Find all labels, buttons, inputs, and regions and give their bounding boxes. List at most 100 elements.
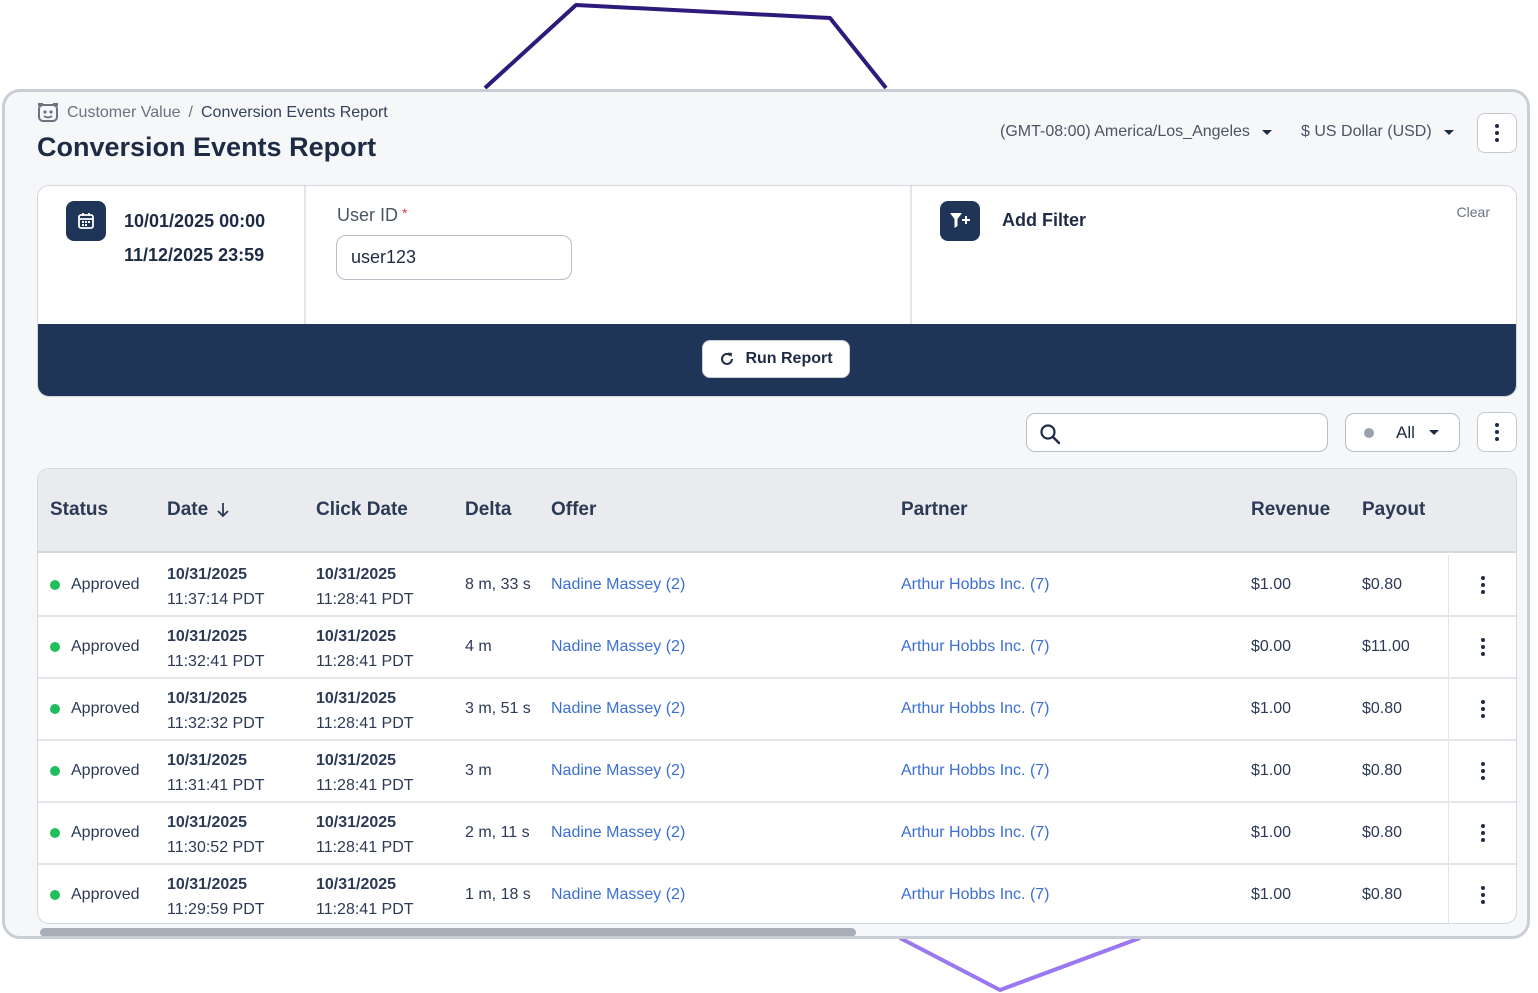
date-cell: 10/31/2025 11:37:14 PDT xyxy=(167,562,265,612)
more-vertical-icon xyxy=(1480,700,1485,718)
run-report-button[interactable]: Run Report xyxy=(702,340,850,378)
table-row[interactable]: Approved 10/31/2025 11:37:14 PDT 10/31/2025… xyxy=(38,555,1516,617)
more-vertical-icon xyxy=(1480,762,1485,780)
partner-link[interactable]: Arthur Hobbs Inc. (7) xyxy=(901,824,1050,842)
column-header-status[interactable]: Status xyxy=(50,499,108,521)
more-vertical-icon xyxy=(1480,824,1485,842)
column-header-date[interactable]: Date xyxy=(167,499,230,521)
row-actions-button[interactable] xyxy=(1448,865,1516,923)
click-date-cell: 10/31/2025 11:28:41 PDT xyxy=(316,872,414,922)
click-date-cell: 10/31/2025 11:28:41 PDT xyxy=(316,624,414,674)
status-cell: Approved xyxy=(50,762,140,780)
table-row[interactable]: Approved 10/31/2025 11:29:59 PDT 10/31/2025… xyxy=(38,865,1516,923)
revenue-cell: $0.00 xyxy=(1251,638,1292,655)
delta-cell: 3 m, 51 s xyxy=(465,700,531,717)
partner-link[interactable]: Arthur Hobbs Inc. (7) xyxy=(901,576,1050,594)
column-header-payout[interactable]: Payout xyxy=(1362,499,1425,521)
offer-link[interactable]: Nadine Massey (2) xyxy=(551,700,685,718)
conversion-events-table: Status Date Click Date Delta Offer Partn… xyxy=(37,468,1517,924)
table-row[interactable]: Approved 10/31/2025 11:30:52 PDT 10/31/2025… xyxy=(38,803,1516,865)
date-value: 10/31/2025 xyxy=(167,814,248,831)
offer-link[interactable]: Nadine Massey (2) xyxy=(551,638,685,656)
click-date-value: 10/31/2025 xyxy=(316,876,397,893)
breadcrumb-parent[interactable]: Customer Value xyxy=(67,104,181,122)
header-more-button[interactable] xyxy=(1477,113,1517,153)
table-header: Status Date Click Date Delta Offer Partn… xyxy=(38,469,1516,553)
breadcrumb-current: Conversion Events Report xyxy=(200,104,388,121)
revenue-cell: $1.00 xyxy=(1251,576,1292,593)
date-cell: 10/31/2025 11:29:59 PDT xyxy=(167,872,265,922)
currency-value: $ US Dollar (USD) xyxy=(1301,123,1432,140)
status-label: Approved xyxy=(71,762,140,779)
delta-cell: 3 m xyxy=(465,762,492,779)
date-value: 10/31/2025 xyxy=(167,876,248,893)
horizontal-scrollbar[interactable] xyxy=(40,928,856,936)
click-time-value: 11:28:41 PDT xyxy=(316,591,414,608)
row-actions-button[interactable] xyxy=(1448,803,1516,863)
partner-link[interactable]: Arthur Hobbs Inc. (7) xyxy=(901,638,1050,656)
date-value: 10/31/2025 xyxy=(167,690,248,707)
more-vertical-icon xyxy=(1495,423,1499,441)
table-row[interactable]: Approved 10/31/2025 11:32:32 PDT 10/31/2025… xyxy=(38,679,1516,741)
table-more-button[interactable] xyxy=(1477,412,1517,452)
offer-link[interactable]: Nadine Massey (2) xyxy=(551,824,685,842)
user-id-label: User ID * xyxy=(337,205,408,225)
time-value: 11:31:41 PDT xyxy=(167,777,265,794)
row-actions-button[interactable] xyxy=(1448,679,1516,739)
click-date-cell: 10/31/2025 11:28:41 PDT xyxy=(316,748,414,798)
date-end: 11/12/2025 23:59 xyxy=(124,245,265,265)
status-label: Approved xyxy=(71,700,140,717)
more-vertical-icon xyxy=(1480,638,1485,656)
click-date-cell: 10/31/2025 11:28:41 PDT xyxy=(316,686,414,736)
partner-link[interactable]: Arthur Hobbs Inc. (7) xyxy=(901,886,1050,904)
add-filter-section: Add Filter Clear xyxy=(914,186,1516,324)
date-range-picker[interactable]: 10/01/2025 00:00 11/12/2025 23:59 xyxy=(38,186,306,324)
date-cell: 10/31/2025 11:31:41 PDT xyxy=(167,748,265,798)
column-header-offer[interactable]: Offer xyxy=(551,499,596,521)
currency-select[interactable]: $ US Dollar (USD) xyxy=(1301,123,1454,141)
status-cell: Approved xyxy=(50,638,140,656)
status-approved-dot-icon xyxy=(50,828,60,838)
row-actions-button[interactable] xyxy=(1448,555,1516,615)
offer-link[interactable]: Nadine Massey (2) xyxy=(551,762,685,780)
payout-cell: $0.80 xyxy=(1362,700,1403,717)
time-value: 11:29:59 PDT xyxy=(167,901,265,918)
offer-link[interactable]: Nadine Massey (2) xyxy=(551,886,685,904)
payout-cell: $0.80 xyxy=(1362,824,1403,841)
user-id-input[interactable] xyxy=(336,235,572,280)
partner-link[interactable]: Arthur Hobbs Inc. (7) xyxy=(901,700,1050,718)
column-header-delta[interactable]: Delta xyxy=(465,499,511,521)
table-row[interactable]: Approved 10/31/2025 11:32:41 PDT 10/31/2025… xyxy=(38,617,1516,679)
status-cell: Approved xyxy=(50,576,140,594)
time-value: 11:32:41 PDT xyxy=(167,653,265,670)
status-cell: Approved xyxy=(50,700,140,718)
row-actions-button[interactable] xyxy=(1448,617,1516,677)
refresh-icon xyxy=(721,352,734,365)
column-header-partner[interactable]: Partner xyxy=(901,499,968,521)
click-time-value: 11:28:41 PDT xyxy=(316,653,414,670)
search-icon xyxy=(1040,424,1061,445)
column-header-click-date[interactable]: Click Date xyxy=(316,499,408,521)
more-vertical-icon xyxy=(1495,124,1499,142)
calendar-icon xyxy=(66,201,106,241)
clear-filters-link[interactable]: Clear xyxy=(1457,204,1490,220)
timezone-select[interactable]: (GMT-08:00) America/Los_Angeles xyxy=(1000,123,1272,141)
status-approved-dot-icon xyxy=(50,580,60,590)
filter-add-icon[interactable] xyxy=(940,201,980,241)
search-input[interactable] xyxy=(1071,420,1321,446)
app-logo-icon xyxy=(37,102,59,124)
delta-cell: 2 m, 11 s xyxy=(465,824,530,841)
click-date-cell: 10/31/2025 11:28:41 PDT xyxy=(316,562,414,612)
add-filter-button[interactable]: Add Filter xyxy=(1002,210,1086,231)
table-row[interactable]: Approved 10/31/2025 11:31:41 PDT 10/31/2025… xyxy=(38,741,1516,803)
partner-link[interactable]: Arthur Hobbs Inc. (7) xyxy=(901,762,1050,780)
app-window: Customer Value / Conversion Events Repor… xyxy=(2,89,1530,939)
row-actions-button[interactable] xyxy=(1448,741,1516,801)
column-header-revenue[interactable]: Revenue xyxy=(1251,499,1330,521)
status-filter-select[interactable]: All xyxy=(1345,413,1460,452)
delta-cell: 8 m, 33 s xyxy=(465,576,531,593)
status-label: Approved xyxy=(71,576,140,593)
table-search[interactable] xyxy=(1026,413,1328,452)
offer-link[interactable]: Nadine Massey (2) xyxy=(551,576,685,594)
click-date-value: 10/31/2025 xyxy=(316,814,397,831)
